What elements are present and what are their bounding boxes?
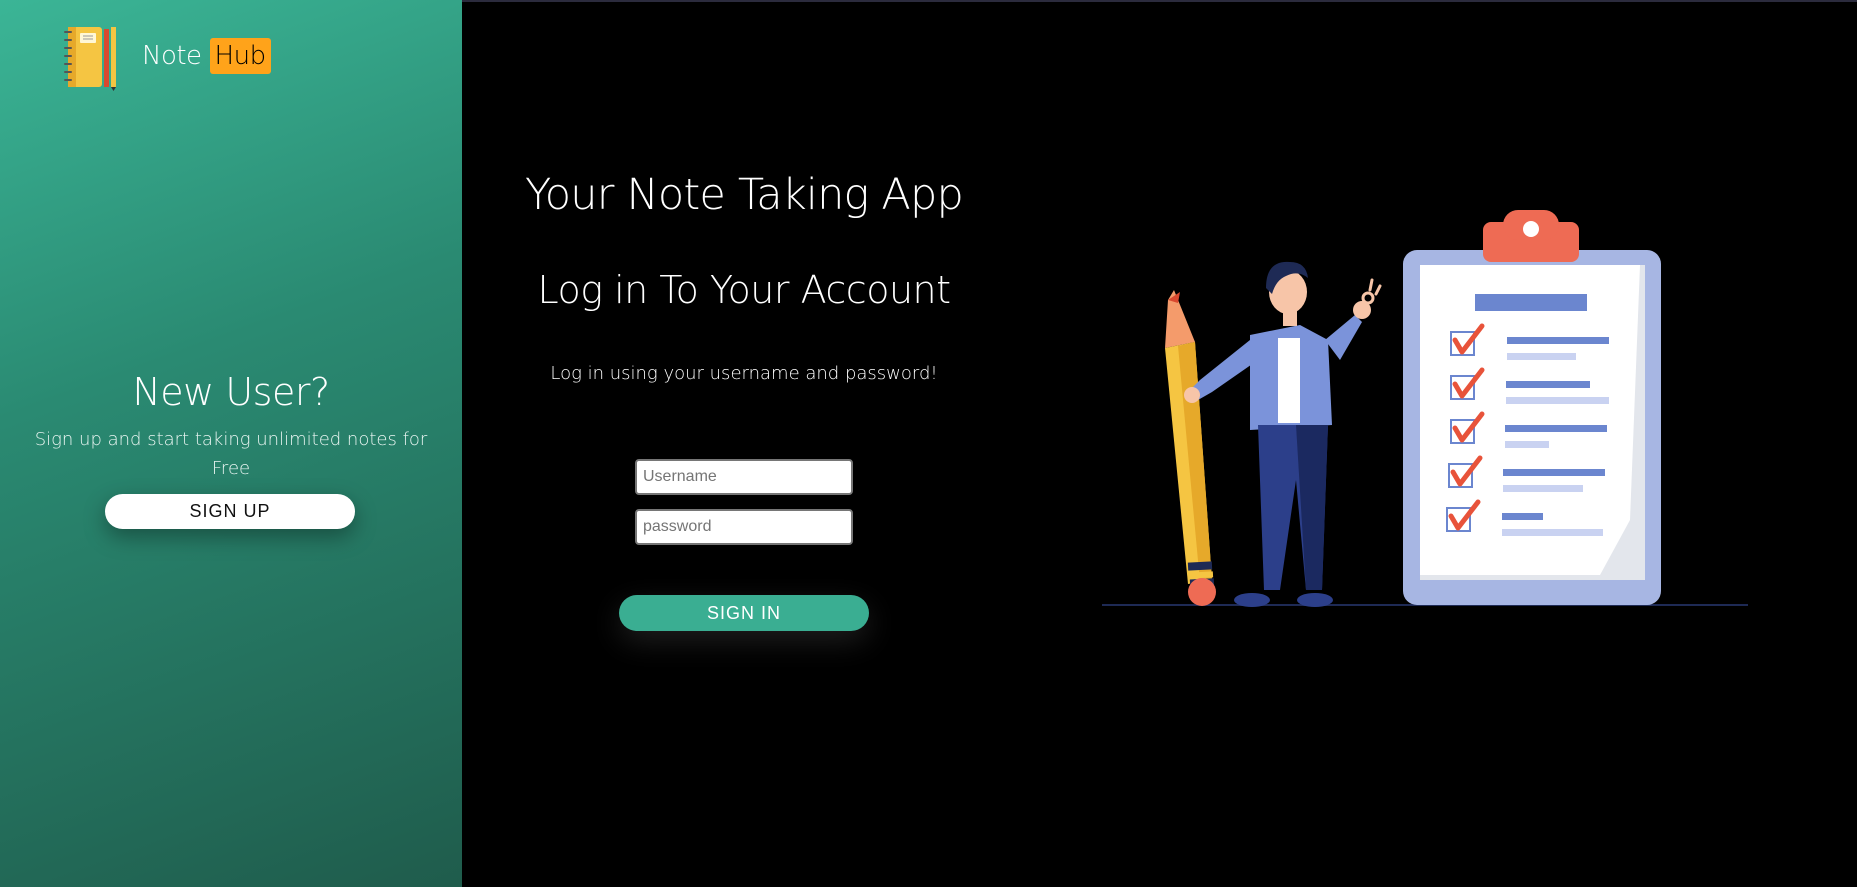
notebook-logo-icon (64, 27, 116, 91)
person-with-pencil-and-checklist-illustration (1102, 210, 1748, 607)
new-user-title: New User? (132, 370, 330, 414)
pencil-icon (1165, 290, 1216, 606)
new-user-subtitle: Sign up and start taking unlimited notes… (34, 429, 428, 479)
sidebar: Note Hub New User? Sign up and start tak… (0, 0, 462, 887)
sign-up-button[interactable]: SIGN UP (105, 494, 355, 529)
brand-hub-badge: Hub (209, 38, 271, 74)
top-divider (462, 0, 1857, 2)
app-title: Your Note Taking App (525, 170, 964, 220)
person-illustration (1184, 261, 1382, 607)
login-title: Log in To Your Account (537, 268, 951, 312)
login-hint: Log in using your username and password! (550, 363, 938, 384)
password-input[interactable] (635, 509, 853, 545)
sign-in-button[interactable]: SIGN IN (619, 595, 869, 631)
brand-note-text: Note (142, 41, 202, 71)
clipboard-icon (1403, 210, 1661, 605)
username-input[interactable] (635, 459, 853, 495)
brand-name: Note Hub (142, 38, 271, 74)
